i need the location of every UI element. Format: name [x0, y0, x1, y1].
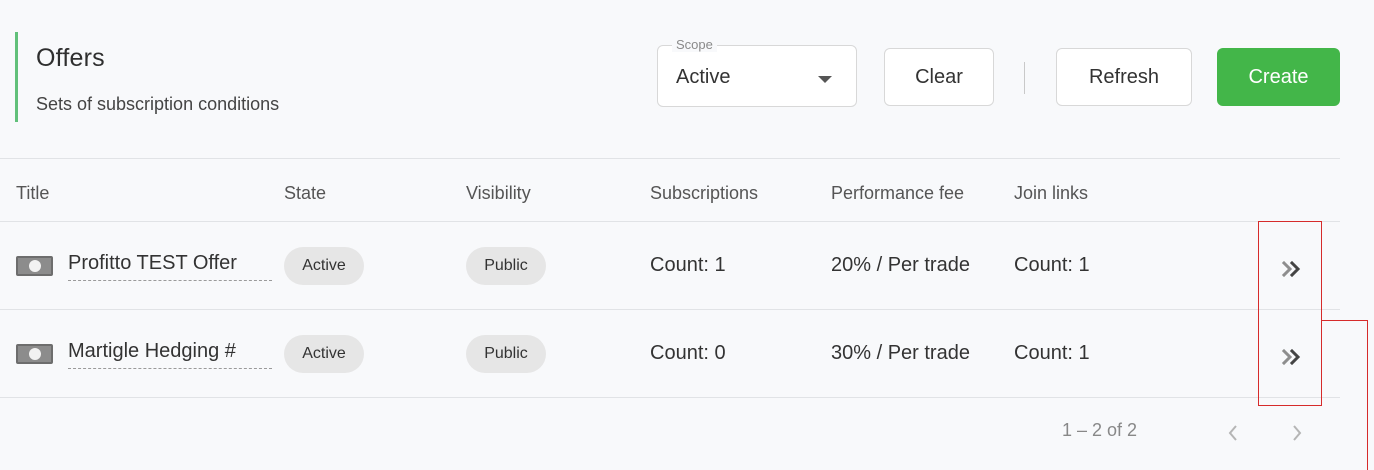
chevron-left-icon: [1228, 425, 1237, 441]
table-header-divider: [0, 221, 1340, 222]
page-subtitle: Sets of subscription conditions: [36, 94, 280, 114]
column-header-subscriptions[interactable]: Subscriptions: [650, 183, 758, 204]
annotation-highlight-box: [1258, 221, 1322, 406]
visibility-badge: Public: [466, 247, 546, 285]
offer-title-link[interactable]: Profitto TEST Offer: [68, 252, 272, 281]
caret-down-icon: [818, 76, 832, 83]
clear-button[interactable]: Clear: [884, 48, 994, 106]
banknote-icon: [16, 256, 53, 276]
state-badge: Active: [284, 247, 364, 285]
refresh-button[interactable]: Refresh: [1056, 48, 1192, 106]
visibility-badge: Public: [466, 335, 546, 373]
subscriptions-count: Count: 0: [650, 342, 726, 364]
double-chevron-right-icon: [1281, 261, 1301, 277]
banknote-icon: [16, 344, 53, 364]
row-open-button[interactable]: [1275, 256, 1309, 282]
page-title: Offers: [36, 44, 105, 72]
scope-select[interactable]: Scope Active: [657, 37, 857, 107]
create-button[interactable]: Create: [1217, 48, 1340, 106]
offer-title-link[interactable]: Martigle Hedging #: [68, 340, 272, 369]
column-header-join-links[interactable]: Join links: [1014, 183, 1088, 204]
table-row-divider: [0, 309, 1340, 310]
pagination-range: 1 – 2 of 2: [1062, 420, 1138, 440]
table-top-divider: [0, 158, 1340, 159]
performance-fee: 20% / Per trade: [831, 254, 970, 276]
prev-page-button[interactable]: [1218, 420, 1248, 446]
column-header-title[interactable]: Title: [16, 183, 49, 204]
join-links-count: Count: 1: [1014, 254, 1090, 276]
state-badge: Active: [284, 335, 364, 373]
column-header-performance-fee[interactable]: Performance fee: [831, 183, 964, 204]
subscriptions-count: Count: 1: [650, 254, 726, 276]
annotation-connector-line: [1322, 320, 1367, 321]
join-links-count: Count: 1: [1014, 342, 1090, 364]
scope-label: Scope: [672, 37, 717, 52]
offers-page: Offers Sets of subscription conditions S…: [0, 0, 1374, 470]
double-chevron-right-icon: [1281, 349, 1301, 365]
toolbar-divider: [1024, 62, 1025, 94]
column-header-state[interactable]: State: [284, 183, 326, 204]
row-open-button[interactable]: [1275, 344, 1309, 370]
annotation-connector-line: [1367, 320, 1368, 470]
scope-value: Active: [676, 66, 731, 88]
chevron-right-icon: [1293, 425, 1302, 441]
column-header-visibility[interactable]: Visibility: [466, 183, 531, 204]
next-page-button[interactable]: [1282, 420, 1312, 446]
header-accent-bar: [15, 32, 36, 122]
table-bottom-divider: [0, 397, 1340, 398]
performance-fee: 30% / Per trade: [831, 342, 970, 364]
